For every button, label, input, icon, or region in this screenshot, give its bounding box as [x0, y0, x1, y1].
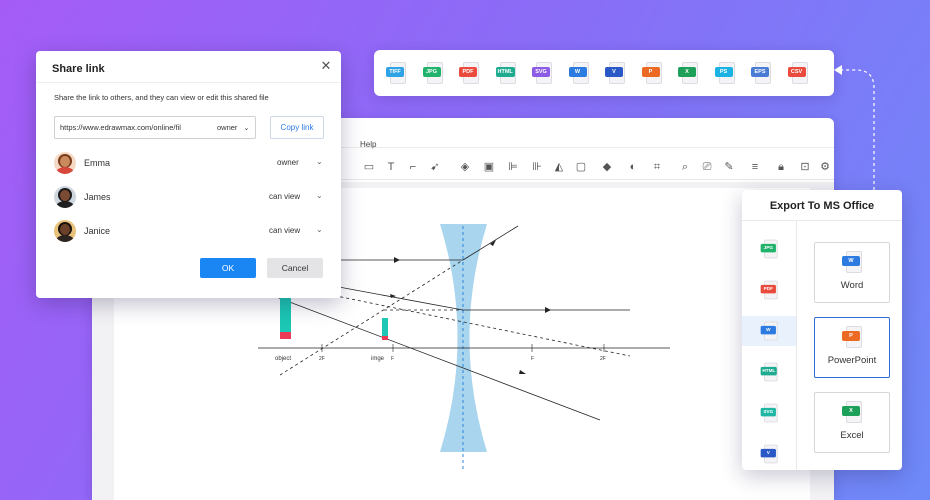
cancel-button[interactable]: Cancel	[267, 258, 323, 278]
word-file-icon: W	[842, 251, 864, 273]
person-permission-select[interactable]: can view	[269, 192, 300, 201]
powerpoint-file-icon: P	[842, 326, 864, 348]
export-option-label: Excel	[840, 430, 864, 441]
arrow-4	[545, 307, 551, 313]
ok-button[interactable]: OK	[200, 258, 256, 278]
dialog-title: Share link	[52, 63, 105, 75]
jpg-file-icon[interactable]: JPG	[422, 62, 445, 84]
share-person-row: Emma owner ⌄	[54, 152, 326, 176]
copy-link-button[interactable]: Copy link	[270, 116, 324, 139]
excel-export-option[interactable]: X Excel	[814, 392, 890, 453]
label-2f-left: 2F	[319, 356, 325, 362]
v-file-icon[interactable]: V	[605, 62, 627, 84]
svg-file-icon[interactable]: SVG	[532, 62, 554, 84]
ps-file-icon[interactable]: PS	[714, 62, 737, 84]
label-image: imge	[371, 356, 385, 362]
panel-title: Export To MS Office	[769, 200, 875, 212]
person-permission-select[interactable]: owner	[277, 158, 299, 167]
label-object: object	[275, 356, 291, 362]
image-bar	[382, 318, 388, 336]
avatar	[54, 152, 76, 174]
link-permission-select[interactable]: owner ⌄	[217, 123, 249, 132]
person-name: Emma	[84, 158, 111, 168]
pdf-file-icon[interactable]: PDF	[459, 62, 481, 84]
format-list-item[interactable]: W	[742, 316, 796, 346]
label-2f-right: 2F	[600, 356, 606, 362]
export-format-strip: TIFF JPG PDF HTML SVG W V P X PS EPS CSV	[374, 50, 834, 96]
close-icon[interactable]: ✕	[319, 59, 333, 73]
format-list-item[interactable]: PDF	[742, 275, 796, 305]
jpg-file-icon: JPG	[760, 239, 780, 259]
format-list-item[interactable]: HTML	[742, 357, 796, 387]
format-list-item[interactable]: V	[742, 439, 796, 469]
share-link-dialog: Share link ✕ Share the link to others, a…	[36, 51, 341, 298]
arrow-1	[394, 257, 400, 263]
chevron-down-icon[interactable]: ⌄	[316, 191, 323, 200]
export-ms-office-panel: Export To MS Office JPG PDF W HTML SVG V W Wor…	[742, 190, 902, 470]
label-f-left: F	[391, 356, 394, 362]
share-person-row: James can view ⌄	[54, 186, 326, 210]
p-file-icon[interactable]: P	[641, 62, 664, 84]
export-option-label: Word	[840, 280, 864, 291]
excel-file-icon: X	[842, 401, 864, 423]
format-list-item[interactable]: SVG	[742, 398, 796, 428]
csv-file-icon[interactable]: CSV	[787, 62, 810, 84]
word-export-option[interactable]: W Word	[814, 242, 890, 303]
divider	[36, 82, 341, 83]
person-permission-select[interactable]: can view	[269, 226, 300, 235]
avatar	[54, 186, 76, 208]
image-bar-base	[382, 336, 388, 340]
arrow-5	[519, 370, 526, 374]
v-file-icon: V	[760, 444, 780, 464]
tiff-file-icon[interactable]: TIFF	[386, 62, 408, 84]
object-bar-base	[280, 332, 291, 339]
share-person-row: Janice can view ⌄	[54, 220, 326, 244]
svg-file-icon: SVG	[760, 403, 780, 423]
eps-file-icon[interactable]: EPS	[751, 62, 773, 84]
format-list-item[interactable]: JPG	[742, 234, 796, 264]
link-permission-value: owner	[217, 123, 238, 132]
x-file-icon[interactable]: X	[678, 62, 700, 84]
chevron-down-icon[interactable]: ⌄	[316, 157, 323, 166]
html-file-icon: HTML	[760, 362, 780, 382]
person-name: James	[84, 192, 111, 202]
object-bar	[280, 298, 291, 332]
avatar	[54, 220, 76, 242]
label-f-right: F	[531, 356, 534, 362]
person-name: Janice	[84, 226, 111, 236]
share-link-url[interactable]: https://www.edrawmax.com/online/fil	[60, 123, 200, 132]
w-file-icon: W	[760, 321, 780, 341]
divider-vertical	[796, 221, 797, 470]
connector-arrow	[834, 65, 875, 190]
export-option-label: PowerPoint	[827, 355, 877, 366]
pdf-file-icon: PDF	[760, 280, 780, 300]
powerpoint-export-option[interactable]: P PowerPoint	[814, 317, 890, 378]
chevron-down-icon[interactable]: ⌄	[316, 225, 323, 234]
share-link-field[interactable]: https://www.edrawmax.com/online/fil owne…	[54, 116, 256, 139]
html-file-icon[interactable]: HTML	[495, 62, 518, 84]
w-file-icon[interactable]: W	[568, 62, 591, 84]
share-description: Share the link to others, and they can v…	[54, 93, 269, 102]
chevron-down-icon: ⌄	[243, 125, 250, 132]
divider	[742, 220, 902, 221]
